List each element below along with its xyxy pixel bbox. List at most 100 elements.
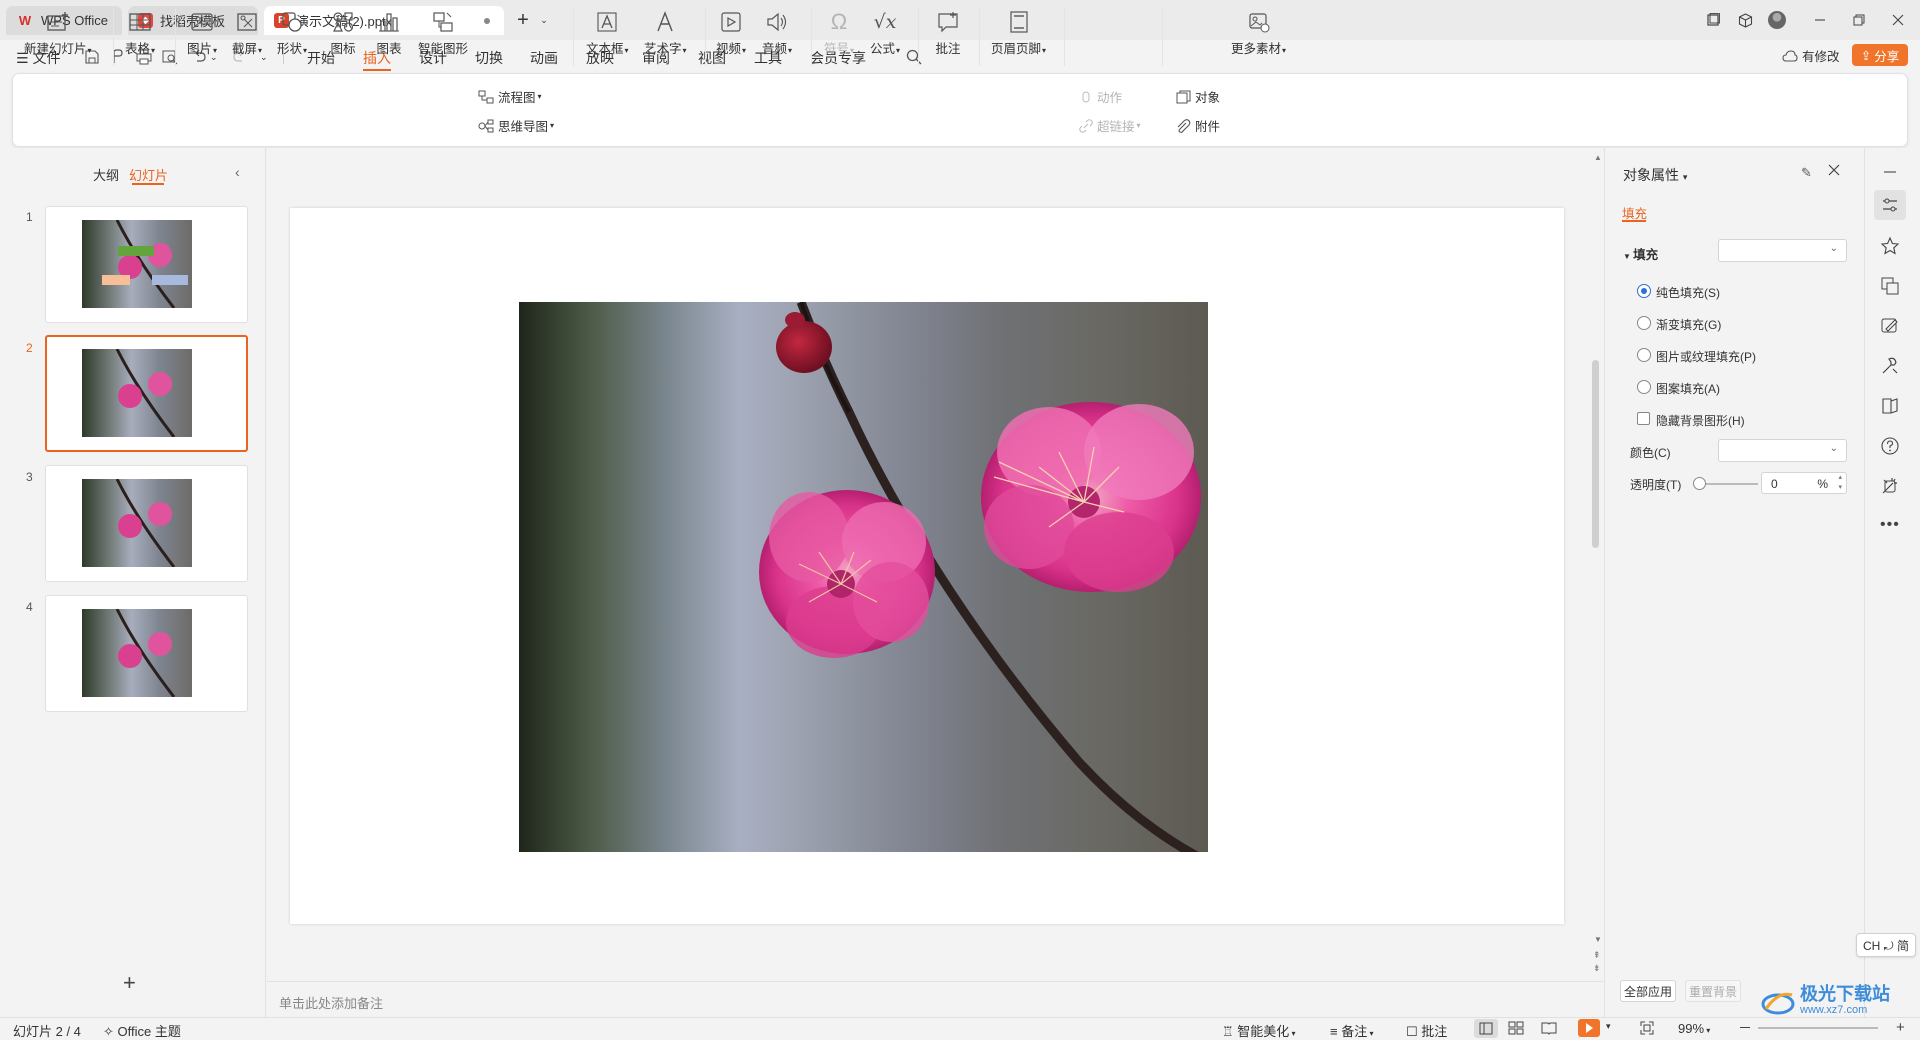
hide-bg-label: 隐藏背景图形(H): [1656, 414, 1745, 428]
smart-graphic-label: 智能图形: [418, 42, 469, 56]
properties-title[interactable]: 对象属性 ▾: [1623, 165, 1687, 185]
slideshow-dropdown-icon[interactable]: ▾: [1606, 1021, 1611, 1032]
header-footer-label: 页眉页脚: [991, 42, 1042, 56]
tab-outline[interactable]: 大纲: [93, 165, 119, 184]
formula-button[interactable]: √x 公式▾: [870, 10, 900, 57]
properties-sliders-icon[interactable]: [1880, 195, 1900, 215]
transparency-slider-thumb[interactable]: [1693, 477, 1706, 490]
star-icon[interactable]: [1880, 236, 1900, 256]
scroll-up-icon[interactable]: ▲: [1594, 153, 1602, 162]
shape-label: 形状: [277, 42, 303, 56]
normal-view-button[interactable]: [1474, 1019, 1498, 1038]
next-page-icon[interactable]: ⇟: [1593, 963, 1601, 973]
fill-section-header[interactable]: ▼ 填充: [1623, 244, 1658, 263]
textbox-button[interactable]: 文本框▾: [586, 10, 629, 57]
formula-icon: √x: [873, 11, 897, 33]
picture-button[interactable]: 图片▾: [187, 10, 217, 57]
tools-icon[interactable]: [1880, 356, 1900, 376]
unsaved-dot-icon[interactable]: [484, 18, 490, 24]
notes-pane[interactable]: 单击此处添加备注: [267, 981, 1603, 1017]
minimize-icon[interactable]: [1810, 10, 1830, 30]
sorter-view-icon[interactable]: [1508, 1021, 1524, 1035]
slide-thumbnail-1[interactable]: [45, 206, 248, 323]
slide-number: 3: [26, 470, 33, 484]
flowchart-button[interactable]: 流程图 ▾: [478, 87, 542, 106]
ime-indicator[interactable]: CH ⤾ 简: [1856, 933, 1916, 957]
chart-button[interactable]: 图表: [376, 10, 402, 57]
comments-toggle[interactable]: ☐ 批注: [1406, 1021, 1447, 1040]
apply-all-button[interactable]: 全部应用: [1620, 980, 1676, 1002]
comment-button[interactable]: 批注: [935, 10, 961, 57]
reading-view-icon[interactable]: [1541, 1021, 1557, 1035]
zoom-slider-track[interactable]: [1758, 1027, 1878, 1029]
zoom-out-icon[interactable]: [1740, 1027, 1750, 1028]
attachment-button[interactable]: 附件: [1176, 116, 1220, 135]
icon-button[interactable]: 图标: [330, 10, 356, 57]
radio-gradient-fill[interactable]: [1637, 316, 1651, 330]
icon-library-icon: [333, 12, 354, 32]
collapse-panel-icon[interactable]: ‹: [235, 164, 240, 180]
object-button[interactable]: 对象: [1176, 87, 1220, 106]
radio-solid-fill[interactable]: [1637, 284, 1651, 298]
slide-photo-plum-blossom[interactable]: [519, 302, 1208, 852]
wordart-button[interactable]: 艺术字▾: [644, 10, 687, 57]
restore-icon[interactable]: [1849, 10, 1869, 30]
smart-graphic-button[interactable]: 智能图形: [418, 10, 468, 57]
user-avatar[interactable]: [1767, 10, 1787, 30]
play-slideshow-button[interactable]: [1578, 1019, 1600, 1037]
table-button[interactable]: 表格▾: [125, 10, 155, 57]
cube-icon[interactable]: [1735, 10, 1755, 30]
close-panel-icon[interactable]: [1828, 164, 1840, 176]
mindmap-button[interactable]: 思维导图 ▾: [478, 116, 554, 135]
share-button[interactable]: ⇪ 分享: [1852, 44, 1908, 66]
copy-layers-icon[interactable]: [1880, 276, 1900, 296]
new-tab-icon[interactable]: +: [512, 9, 534, 31]
slide-thumbnail-2[interactable]: [45, 335, 248, 452]
prev-page-icon[interactable]: ⇞: [1593, 950, 1601, 960]
notes-toggle[interactable]: ≡ 备注 ▾: [1330, 1021, 1373, 1040]
more-tools-icon[interactable]: •••: [1880, 516, 1900, 534]
ribbon-separator: [705, 8, 706, 66]
fit-window-icon[interactable]: [1640, 1021, 1654, 1035]
transparency-input[interactable]: 0 % ▴ ▾: [1761, 472, 1847, 494]
zoom-in-icon[interactable]: +: [1896, 1019, 1905, 1036]
radio-picture-fill[interactable]: [1637, 348, 1651, 362]
menu-transition[interactable]: 切换: [475, 48, 503, 68]
spinner-icon[interactable]: ▴ ▾: [1838, 473, 1842, 493]
collapse-icon[interactable]: [1880, 162, 1900, 182]
new-slide-button[interactable]: 新建幻灯片▾: [24, 10, 92, 57]
tab-slides[interactable]: 幻灯片: [129, 165, 168, 184]
help-icon[interactable]: [1880, 436, 1900, 456]
tab-list-chevron-icon[interactable]: ⌄: [534, 10, 554, 30]
book-icon[interactable]: [1880, 396, 1900, 416]
hide-bg-checkbox[interactable]: [1637, 412, 1650, 425]
slide-thumbnail-4[interactable]: [45, 595, 248, 712]
slide-thumbnail-3[interactable]: [45, 465, 248, 582]
pin-icon[interactable]: ✎: [1801, 165, 1812, 181]
more-quick-icon[interactable]: ⌄: [260, 52, 276, 68]
more-material-button[interactable]: 更多素材▾: [1231, 10, 1286, 57]
action-icon: [1082, 91, 1090, 102]
screenshot-button[interactable]: 截屏▾: [232, 10, 262, 57]
fill-type-select[interactable]: ⌄: [1718, 239, 1847, 262]
smart-beautify-button[interactable]: ♖ 智能美化 ▾: [1222, 1021, 1296, 1040]
theme-button[interactable]: ✧ Office 主题: [103, 1021, 181, 1040]
shape-button[interactable]: 形状▾: [277, 10, 307, 57]
menu-animation[interactable]: 动画: [530, 48, 558, 68]
zoom-level[interactable]: 99% ▾: [1678, 1021, 1710, 1036]
audio-button[interactable]: 音频▾: [762, 10, 792, 57]
color-select[interactable]: ⌄: [1718, 439, 1847, 462]
window-tile-icon[interactable]: [1703, 10, 1723, 30]
radio-pattern-fill[interactable]: [1637, 380, 1651, 394]
add-slide-button[interactable]: +: [123, 970, 136, 996]
video-button[interactable]: 视频▾: [716, 10, 746, 57]
theme-icon: ✧: [103, 1024, 118, 1039]
search-icon[interactable]: [906, 49, 922, 65]
vertical-scrollbar-thumb[interactable]: [1592, 360, 1599, 548]
close-window-icon[interactable]: [1888, 10, 1908, 30]
edit-image-icon[interactable]: [1880, 316, 1900, 336]
magic-wand-icon[interactable]: [1880, 476, 1900, 496]
has-changes-button[interactable]: 有修改: [1782, 46, 1840, 65]
header-footer-button[interactable]: 页眉页脚▾: [991, 10, 1046, 57]
scroll-down-icon[interactable]: ▼: [1594, 935, 1602, 944]
